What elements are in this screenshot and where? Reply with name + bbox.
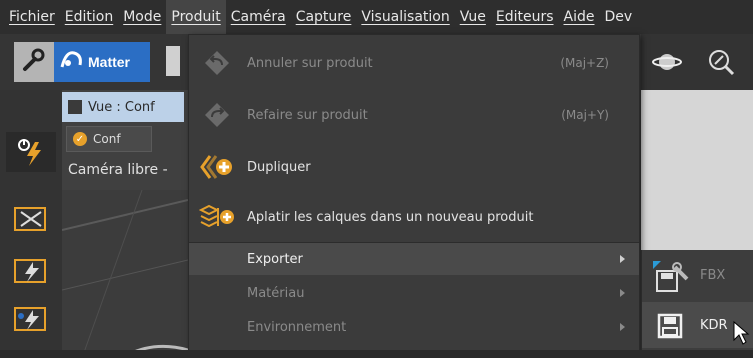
menu-item-materiau[interactable]: Matériau: [189, 277, 639, 309]
view-tab[interactable]: Vue : Conf: [62, 92, 184, 122]
menu-item-flatten-layers[interactable]: Aplatir les calques dans un nouveau prod…: [189, 193, 639, 241]
redo-icon: [199, 97, 235, 133]
menu-item-undo[interactable]: Annuler sur produit (Maj+Z): [189, 39, 639, 87]
view-tab-icon: [68, 100, 82, 114]
right-toolbar: [641, 34, 753, 90]
light-off-icon: [14, 207, 46, 231]
zoom-reset-button[interactable]: [703, 46, 739, 78]
conf-tab-label: Conf: [93, 132, 121, 146]
menu-edition[interactable]: Edition: [60, 0, 118, 34]
menu-item-environnement[interactable]: Environnement: [189, 311, 639, 343]
flatten-layers-icon: [199, 199, 235, 235]
zoom-reset-icon: [709, 50, 735, 76]
light-add-button[interactable]: [6, 250, 56, 290]
document-icon[interactable]: [166, 46, 180, 76]
bottom-viewport-strip: [0, 350, 753, 358]
light-edit-button[interactable]: [6, 298, 56, 338]
check-icon: ✓: [73, 132, 87, 146]
fbx-export-icon: [650, 258, 690, 294]
planet-icon: [652, 54, 682, 70]
submenu-arrow-icon: [620, 289, 625, 297]
conf-tab[interactable]: ✓ Conf: [66, 126, 152, 152]
viewport-pane: Vue : Conf ✓ Conf Caméra libre -: [62, 90, 188, 358]
power-lightning-icon: [18, 139, 41, 166]
menu-vue[interactable]: Vue: [455, 0, 491, 34]
light-add-icon: [14, 259, 46, 283]
export-fbx-item[interactable]: FBX: [642, 252, 753, 298]
submenu-arrow-icon: [620, 255, 625, 263]
menu-dev[interactable]: Dev: [599, 0, 637, 34]
undo-icon: [199, 45, 235, 81]
view-tab-label: Vue : Conf: [88, 99, 155, 115]
mouse-cursor-icon: [733, 320, 750, 345]
power-lightning-button[interactable]: [6, 132, 56, 172]
menu-item-redo[interactable]: Refaire sur produit (Maj+Y): [189, 91, 639, 139]
menu-bar: Fichier Edition Mode Produit Caméra Capt…: [0, 0, 753, 34]
matter-label: Matter: [88, 54, 131, 70]
submenu-arrow-icon: [620, 323, 625, 331]
menu-mode[interactable]: Mode: [118, 0, 166, 34]
menu-aide[interactable]: Aide: [559, 0, 600, 34]
planet-button[interactable]: [649, 46, 685, 78]
menu-fichier[interactable]: Fichier: [4, 0, 60, 34]
menu-camera[interactable]: Caméra: [226, 0, 291, 34]
wrench-icon: [21, 47, 47, 77]
viewport-scene: [62, 190, 188, 358]
right-viewport: [641, 90, 753, 250]
camera-label: Caméra libre -: [68, 162, 168, 178]
left-toolbar: [0, 90, 62, 358]
duplicate-icon: [199, 149, 235, 185]
menu-visualisation[interactable]: Visualisation: [356, 0, 454, 34]
menu-produit[interactable]: Produit: [166, 0, 226, 34]
matter-logo-icon: [60, 49, 84, 75]
menu-capture[interactable]: Capture: [291, 0, 357, 34]
light-off-button[interactable]: [6, 198, 56, 238]
main-toolbar: Matter: [0, 34, 190, 90]
menu-item-exporter[interactable]: Exporter: [189, 243, 639, 275]
light-edit-icon: [14, 307, 46, 331]
menu-editeurs[interactable]: Editeurs: [491, 0, 559, 34]
menu-item-duplicate[interactable]: Dupliquer: [189, 143, 639, 191]
tools-button[interactable]: [14, 42, 54, 82]
produit-dropdown-menu: Annuler sur produit (Maj+Z) Refaire sur …: [188, 34, 640, 352]
matter-button[interactable]: Matter: [54, 42, 150, 82]
save-icon: [650, 308, 690, 344]
